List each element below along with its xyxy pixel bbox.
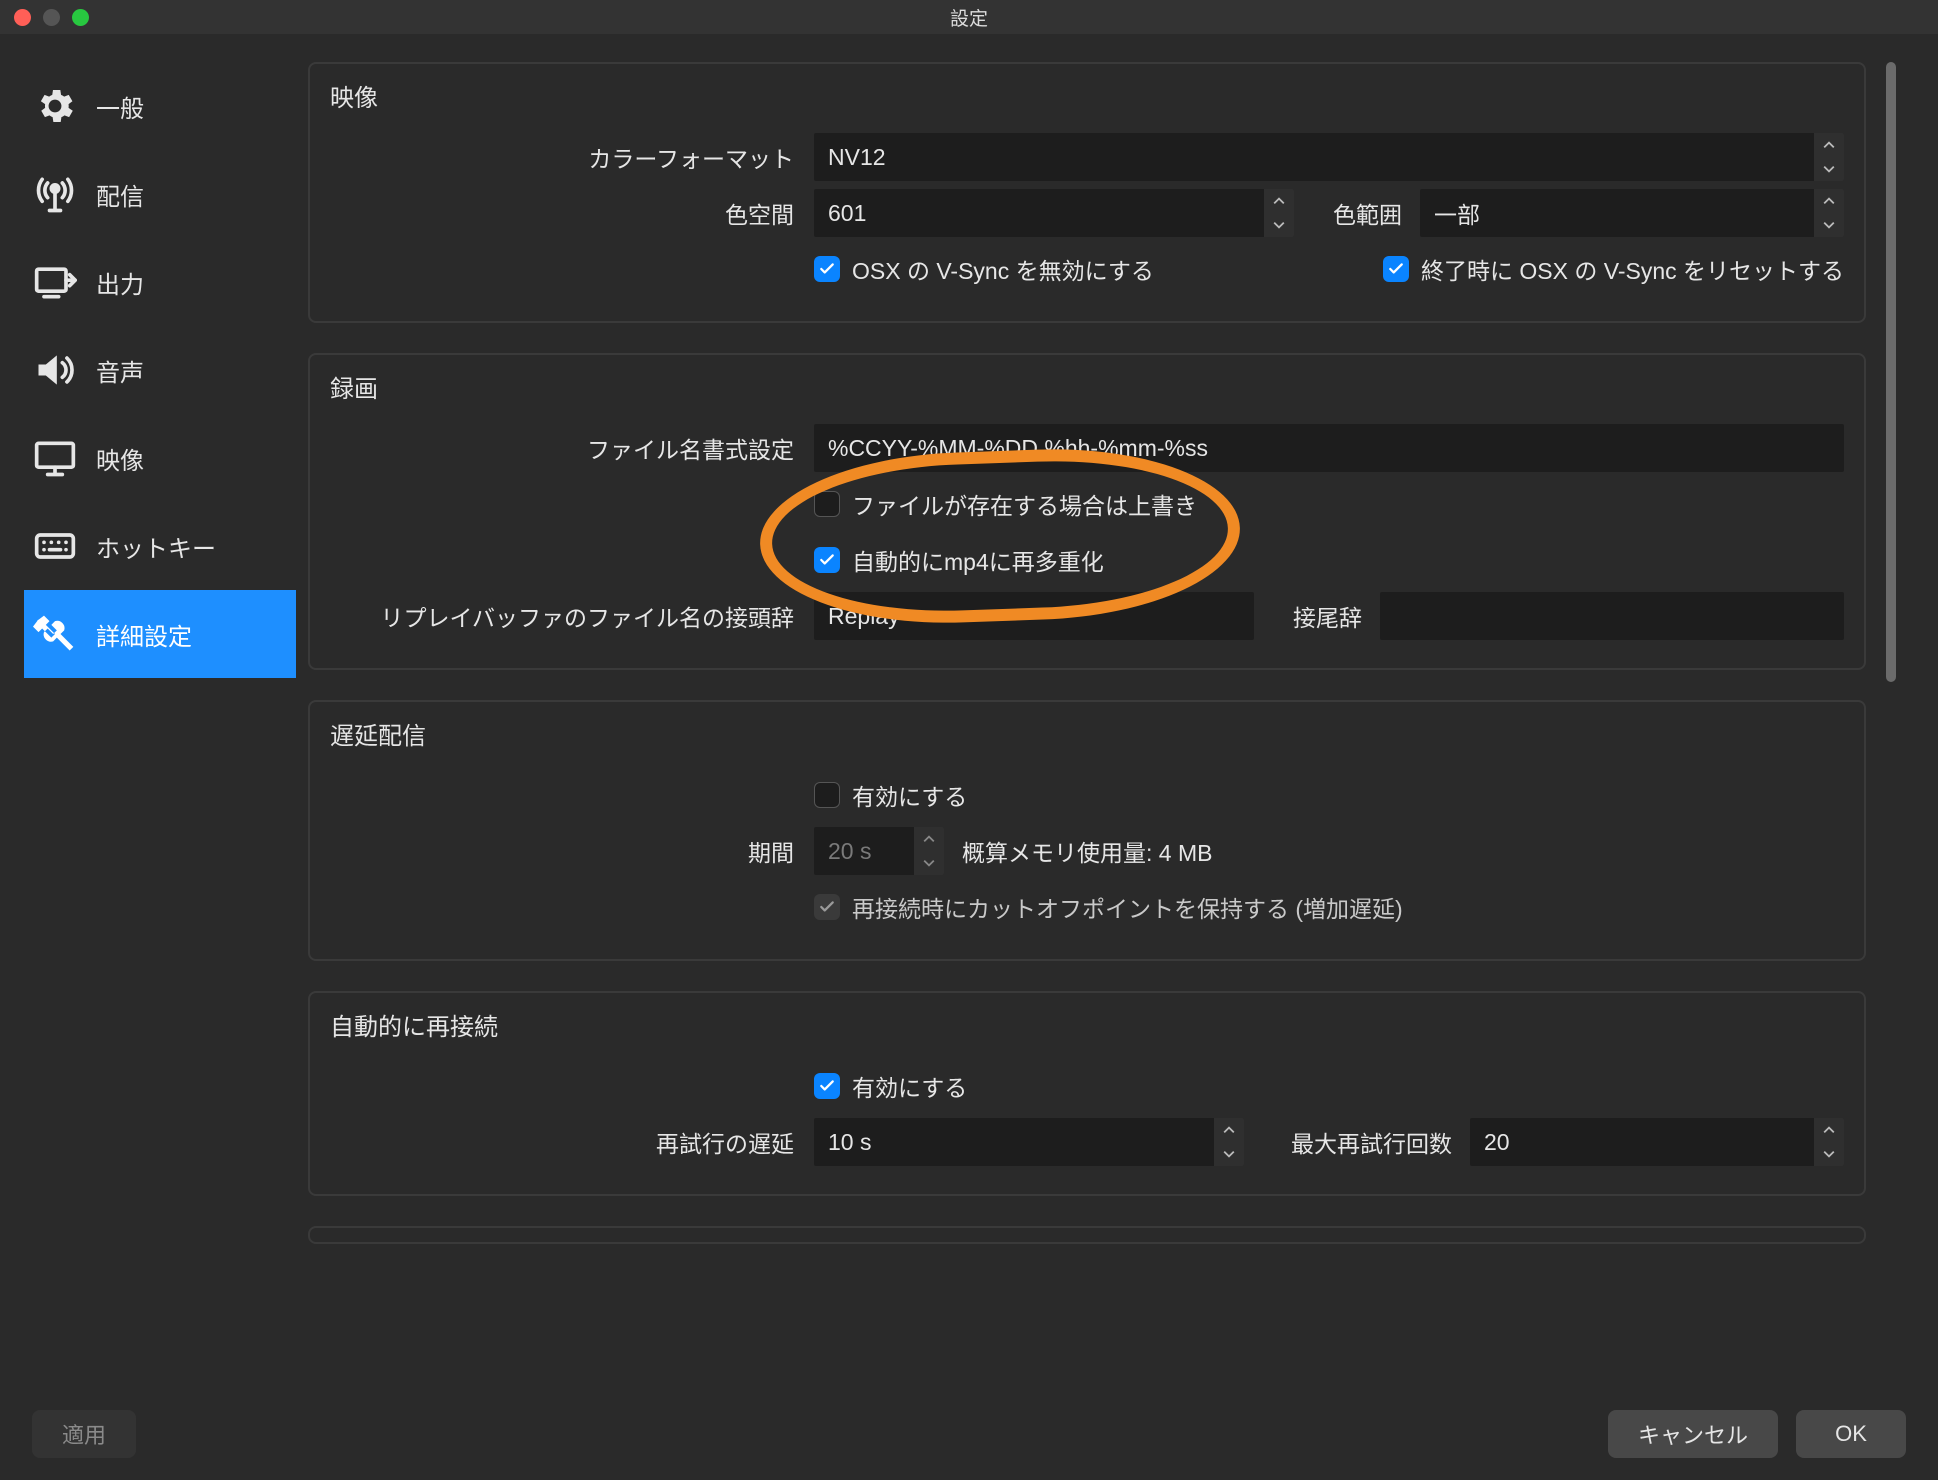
settings-window: 設定 一般 配信 出力 — [0, 0, 1938, 1480]
checkbox-label: 終了時に OSX の V-Sync をリセットする — [1421, 252, 1844, 286]
stepper-icon — [914, 827, 944, 875]
label-color-format: カラーフォーマット — [330, 140, 800, 174]
sidebar-item-label: 出力 — [96, 265, 144, 300]
antenna-icon — [32, 171, 78, 217]
body: 一般 配信 出力 音声 — [0, 34, 1938, 1388]
check-icon — [814, 894, 840, 920]
group-stream-delay: 遅延配信 有効にする 期間 — [308, 700, 1866, 961]
check-icon — [814, 256, 840, 282]
sidebar: 一般 配信 出力 音声 — [0, 34, 296, 1388]
stepper-icon — [1214, 1118, 1244, 1166]
label-delay-duration: 期間 — [330, 834, 800, 868]
group-next-clipped — [308, 1226, 1866, 1244]
input-filename-format-field[interactable] — [828, 435, 1830, 462]
input-replay-suffix[interactable] — [1380, 592, 1844, 640]
input-filename-format[interactable] — [814, 424, 1844, 472]
label-delay-memory: 概算メモリ使用量: 4 MB — [962, 834, 1212, 868]
sidebar-item-label: 詳細設定 — [96, 617, 192, 652]
sidebar-item-label: 配信 — [96, 177, 144, 212]
select-value: NV12 — [828, 144, 886, 171]
select-color-format[interactable]: NV12 — [814, 133, 1844, 181]
spin-value: 20 — [1484, 1129, 1510, 1156]
checkbox-label: 自動的にmp4に再多重化 — [852, 543, 1104, 577]
sidebar-item-label: ホットキー — [96, 529, 216, 564]
select-color-range[interactable]: 一部 — [1420, 189, 1844, 237]
checkbox-preserve-cutoff: 再接続時にカットオフポイントを保持する (増加遅延) — [814, 890, 1403, 924]
group-title-auto-reconnect: 自動的に再接続 — [330, 1007, 1844, 1042]
scrollbar-thumb[interactable] — [1886, 62, 1896, 682]
label-replay-prefix: リプレイバッファのファイル名の接頭辞 — [330, 599, 800, 633]
checkbox-label: 再接続時にカットオフポイントを保持する (増加遅延) — [852, 890, 1403, 924]
input-replay-suffix-field[interactable] — [1394, 603, 1830, 630]
select-color-space[interactable]: 601 — [814, 189, 1294, 237]
group-title-stream-delay: 遅延配信 — [330, 716, 1844, 751]
stepper-icon — [1814, 1118, 1844, 1166]
content-scroll: 映像 カラーフォーマット NV12 — [308, 62, 1866, 1388]
sidebar-item-stream[interactable]: 配信 — [24, 150, 296, 238]
spin-max-retries[interactable]: 20 — [1470, 1118, 1844, 1166]
sidebar-item-advanced[interactable]: 詳細設定 — [24, 590, 296, 678]
stepper-icon — [1264, 189, 1294, 237]
window-title: 設定 — [0, 4, 1938, 31]
group-title-recording: 録画 — [330, 369, 1844, 404]
label-max-retries: 最大再試行回数 — [1262, 1125, 1452, 1159]
label-color-range: 色範囲 — [1312, 196, 1402, 230]
sidebar-item-general[interactable]: 一般 — [24, 62, 296, 150]
sidebar-item-label: 映像 — [96, 441, 144, 476]
group-video: 映像 カラーフォーマット NV12 — [308, 62, 1866, 323]
checkbox-disable-osx-vsync[interactable]: OSX の V-Sync を無効にする — [814, 252, 1154, 286]
label-retry-delay: 再試行の遅延 — [330, 1125, 800, 1159]
spin-delay-duration: 20 s — [814, 827, 944, 875]
cancel-button[interactable]: キャンセル — [1608, 1410, 1778, 1458]
scrollbar[interactable] — [1884, 62, 1898, 1388]
input-replay-prefix-field[interactable] — [828, 603, 1240, 630]
sidebar-item-label: 音声 — [96, 353, 144, 388]
content-area: 映像 カラーフォーマット NV12 — [296, 34, 1938, 1388]
monitor-icon — [32, 435, 78, 481]
tools-icon — [32, 611, 78, 657]
stepper-icon — [1814, 189, 1844, 237]
label-color-space: 色空間 — [330, 196, 800, 230]
checkbox-auto-remux-mp4[interactable]: 自動的にmp4に再多重化 — [814, 543, 1104, 577]
bottom-bar: 適用 キャンセル OK — [0, 1388, 1938, 1480]
stepper-icon — [1814, 133, 1844, 181]
check-icon — [814, 547, 840, 573]
speaker-icon — [32, 347, 78, 393]
checkbox-delay-enable[interactable]: 有効にする — [814, 778, 967, 812]
spin-value: 20 s — [828, 838, 871, 865]
sidebar-item-audio[interactable]: 音声 — [24, 326, 296, 414]
check-icon — [1383, 256, 1409, 282]
sidebar-item-label: 一般 — [96, 89, 144, 124]
titlebar: 設定 — [0, 0, 1938, 34]
sidebar-item-video[interactable]: 映像 — [24, 414, 296, 502]
ok-button[interactable]: OK — [1796, 1410, 1906, 1458]
select-value: 一部 — [1434, 196, 1480, 230]
checkbox-reconnect-enable[interactable]: 有効にする — [814, 1069, 967, 1103]
output-icon — [32, 259, 78, 305]
checkbox-label: 有効にする — [852, 778, 967, 812]
spin-value: 10 s — [828, 1129, 871, 1156]
input-replay-prefix[interactable] — [814, 592, 1254, 640]
checkbox-overwrite-if-exists[interactable]: ファイルが存在する場合は上書き — [814, 487, 1197, 521]
keyboard-icon — [32, 523, 78, 569]
checkbox-box-icon — [814, 491, 840, 517]
group-recording: 録画 ファイル名書式設定 — [308, 353, 1866, 670]
label-filename-format: ファイル名書式設定 — [330, 431, 800, 465]
checkbox-label: ファイルが存在する場合は上書き — [852, 487, 1197, 521]
checkbox-label: OSX の V-Sync を無効にする — [852, 252, 1154, 286]
sidebar-item-hotkeys[interactable]: ホットキー — [24, 502, 296, 590]
check-icon — [814, 1073, 840, 1099]
apply-button: 適用 — [32, 1410, 136, 1458]
select-value: 601 — [828, 200, 866, 227]
checkbox-reset-osx-vsync[interactable]: 終了時に OSX の V-Sync をリセットする — [1383, 252, 1844, 286]
group-auto-reconnect: 自動的に再接続 有効にする 再 — [308, 991, 1866, 1196]
checkbox-label: 有効にする — [852, 1069, 967, 1103]
checkbox-box-icon — [814, 782, 840, 808]
group-title-video: 映像 — [330, 78, 1844, 113]
label-replay-suffix: 接尾辞 — [1272, 599, 1362, 633]
gear-icon — [32, 83, 78, 129]
spin-retry-delay[interactable]: 10 s — [814, 1118, 1244, 1166]
sidebar-item-output[interactable]: 出力 — [24, 238, 296, 326]
